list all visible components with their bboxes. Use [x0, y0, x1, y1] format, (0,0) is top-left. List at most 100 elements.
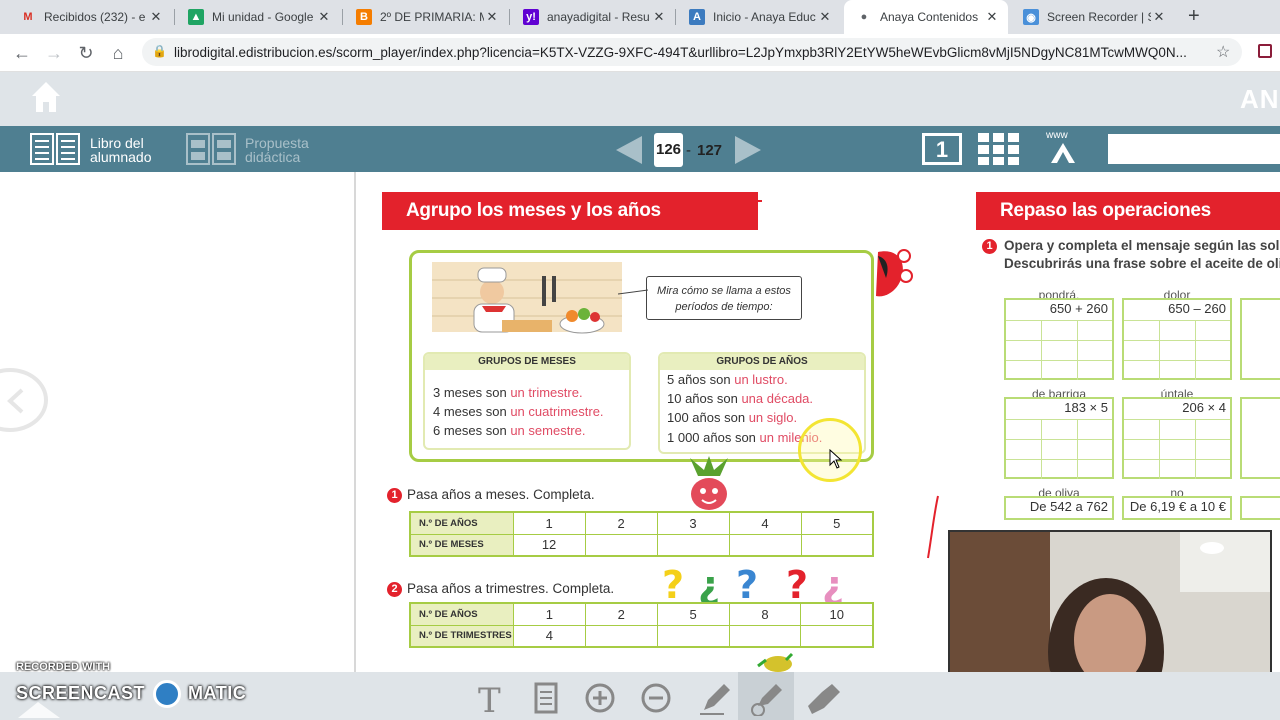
operation-grid-partial[interactable] [1240, 397, 1280, 479]
answer-cell[interactable] [728, 533, 802, 557]
gmail-icon: M [23, 11, 33, 23]
grid-line [1124, 459, 1230, 460]
months-line-3: 6 meses son un semestre. [433, 423, 586, 438]
page-separator: - [686, 142, 691, 159]
right-page-banner: Repaso las operaciones [976, 192, 1280, 230]
student-book-icon[interactable] [30, 133, 80, 165]
previous-page-arrow-icon[interactable] [614, 134, 644, 166]
url-text[interactable]: librodigital.edistribucion.es/scorm_play… [174, 45, 1204, 60]
table-header-cell: N.º DE AÑOS [409, 602, 514, 626]
grid-view-icon[interactable] [978, 133, 1020, 165]
years-line-1: 5 años son un lustro. [667, 372, 788, 387]
red-stroke-decoration [927, 495, 939, 559]
browser-tab[interactable]: ● Anaya Contenidos ✕ [844, 0, 1008, 34]
browser-tab[interactable]: B 2º DE PRIMARIA: M ✕ [344, 0, 508, 34]
bookmark-star-icon[interactable]: ☆ [1216, 42, 1230, 62]
answer-cell[interactable] [584, 533, 658, 557]
operation-grid-partial[interactable] [1240, 298, 1280, 380]
grid-line [1124, 419, 1230, 420]
browser-tab[interactable]: y! anayadigital - Resu ✕ [511, 0, 675, 34]
operation-grid[interactable]: 650 + 260 [1004, 298, 1114, 380]
page-edge [354, 172, 356, 672]
tab-separator [342, 9, 343, 25]
grid-line [1006, 340, 1112, 341]
screencast-logo-icon [152, 680, 181, 708]
forward-icon[interactable]: → [44, 43, 64, 64]
browser-tab[interactable]: ▲ Mi unidad - Google ✕ [176, 0, 340, 34]
red-mascot-illustration [876, 249, 913, 297]
single-page-view-icon[interactable]: 1 [922, 133, 962, 165]
answer-cell[interactable] [656, 624, 730, 648]
notes-tool-icon[interactable] [526, 680, 566, 716]
close-tab-icon[interactable]: ✕ [817, 9, 833, 25]
answer-cell[interactable] [656, 533, 730, 557]
student-book-label-line2: alumnado [90, 149, 152, 165]
student-book-label[interactable]: Libro del alumnado [90, 136, 152, 164]
next-page-arrow-icon[interactable] [733, 134, 763, 166]
browser-tab[interactable]: A Inicio - Anaya Educ ✕ [677, 0, 841, 34]
new-tab-button[interactable]: + [1188, 5, 1200, 28]
grid-line [1159, 419, 1160, 479]
close-tab-icon[interactable]: ✕ [984, 9, 1000, 25]
exercise-2-text: Pasa años a trimestres. Completa. [407, 581, 615, 596]
answer-cell[interactable] [800, 624, 874, 648]
grid-line [1124, 340, 1230, 341]
operation-text: 650 + 260 [1049, 301, 1108, 316]
screencast-icon: ◉ [1023, 9, 1039, 25]
tab-title: 2º DE PRIMARIA: M [380, 10, 484, 24]
browser-tab[interactable]: ◉ Screen Recorder | S ✕ [1011, 0, 1175, 34]
anaya-icon: A [689, 9, 705, 25]
zoom-in-icon[interactable] [580, 680, 620, 716]
browser-tab[interactable]: M Recibidos (232) - e ✕ [8, 0, 172, 34]
close-tab-icon[interactable]: ✕ [316, 9, 332, 25]
left-page-banner: Agrupo los meses y los años [382, 192, 758, 230]
page-number-right[interactable]: 127 [697, 142, 722, 159]
operation-grid[interactable]: De 542 a 762 [1004, 496, 1114, 520]
operation-grid[interactable]: De 6,19 € a 10 € [1122, 496, 1232, 520]
operation-grid[interactable]: 650 – 260 [1122, 298, 1232, 380]
operation-text: De 542 a 762 [1029, 499, 1108, 514]
drive-icon: ▲ [188, 9, 204, 25]
table-cell: 8 [728, 602, 802, 626]
anaya-web-icon[interactable] [1050, 142, 1076, 164]
months-line-1: 3 meses son un trimestre. [433, 385, 583, 400]
years-line-2: 10 años son una década. [667, 391, 814, 406]
zoom-out-icon[interactable] [636, 680, 676, 716]
operation-text: 206 × 4 [1182, 400, 1226, 415]
home-browser-icon[interactable]: ⌂ [108, 43, 128, 64]
close-tab-icon[interactable]: ✕ [148, 9, 164, 25]
years-group-title: GRUPOS DE AÑOS [660, 354, 864, 370]
search-input[interactable] [1108, 134, 1280, 164]
close-tab-icon[interactable]: ✕ [484, 9, 500, 25]
back-icon[interactable]: ← [12, 43, 32, 64]
operation-grid[interactable]: 183 × 5 [1004, 397, 1114, 479]
operation-grid[interactable]: 206 × 4 [1122, 397, 1232, 479]
table-row: N.º DE TRIMESTRES 4 [409, 624, 874, 648]
reload-icon[interactable]: ↻ [76, 43, 96, 64]
question-marks-illustration: ? ¿ ? ? ¿ [662, 563, 844, 604]
eraser-tool-icon[interactable] [802, 680, 842, 716]
page-number-left[interactable]: 126 [654, 133, 683, 167]
home-icon[interactable] [30, 80, 62, 114]
answer-cell[interactable] [728, 624, 802, 648]
table-header-cell: N.º DE AÑOS [409, 511, 514, 535]
answer-cell[interactable] [584, 624, 658, 648]
lock-icon[interactable]: 🔒 [152, 44, 167, 58]
close-tab-icon[interactable]: ✕ [1151, 9, 1167, 25]
operation-grid-partial[interactable] [1240, 496, 1280, 520]
svg-text:?: ? [736, 563, 758, 604]
teacher-proposal-icon[interactable] [186, 133, 236, 165]
tab-title: Inicio - Anaya Educ [713, 10, 816, 24]
grid-line [1124, 320, 1230, 321]
pencil-tool-icon[interactable] [694, 680, 734, 716]
exercise-1-table: N.º DE AÑOS 1 2 3 4 5 N.º DE MESES 12 [409, 511, 874, 557]
table-cell: 1 [512, 602, 586, 626]
text-tool-icon[interactable]: T [472, 680, 512, 716]
left-margin [0, 172, 354, 672]
answer-cell[interactable] [800, 533, 874, 557]
teacher-proposal-label[interactable]: Propuesta didáctica [245, 136, 309, 164]
highlighter-tool-icon[interactable] [746, 680, 786, 716]
extension-icon[interactable] [1258, 44, 1272, 58]
close-tab-icon[interactable]: ✕ [651, 9, 667, 25]
grid-line [1159, 320, 1160, 380]
